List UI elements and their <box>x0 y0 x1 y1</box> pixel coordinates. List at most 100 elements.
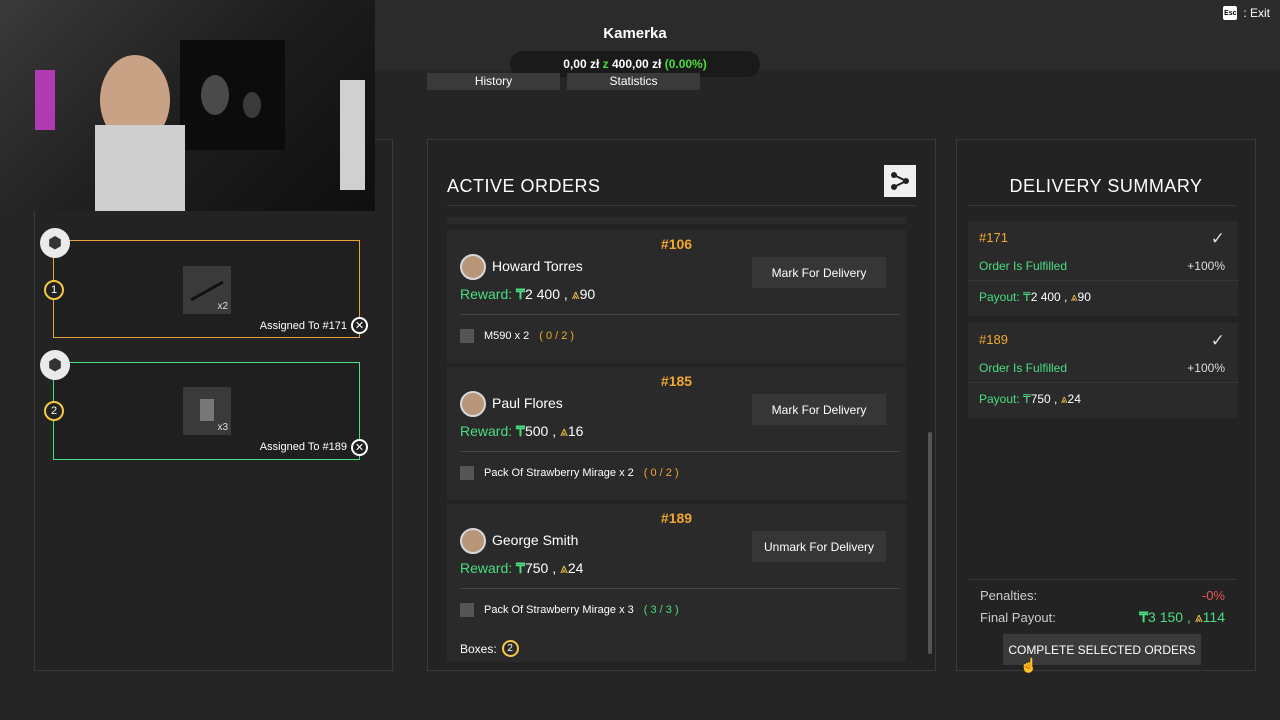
final-payout-label: Final Payout: <box>980 610 1056 625</box>
item-name: Pack Of Strawberry Mirage x 3 <box>484 604 634 616</box>
cigarette-pack-icon <box>460 603 474 617</box>
boxes-label: Boxes: <box>460 641 497 656</box>
assigned-label: Assigned To #189 <box>259 441 347 453</box>
orders-scrollbar[interactable] <box>928 432 932 654</box>
cash-icon: ₸ <box>516 423 525 439</box>
rep-icon: ⩓ <box>1060 392 1068 406</box>
box-qty: x3 <box>217 422 228 433</box>
item-progress: ( 3 / 3 ) <box>643 604 679 616</box>
title-divider <box>968 205 1236 206</box>
box-card-2[interactable]: x3 Assigned To #189 <box>53 362 360 460</box>
unassign-close-icon[interactable]: ✕ <box>351 317 368 334</box>
reward-label: Reward: <box>460 560 513 576</box>
exit-button[interactable]: Esc : Exit <box>1223 4 1270 22</box>
divider <box>460 314 900 315</box>
reward-cash: 500 <box>524 423 549 439</box>
avatar <box>460 391 486 417</box>
reward-line: Reward: ₸500 , ⩓16 <box>460 423 584 439</box>
payout-line: Payout: ₸2 400 , ⩓90 <box>979 290 1091 304</box>
payout-label: Payout: <box>979 290 1020 304</box>
payout-rep: 90 <box>1077 290 1091 304</box>
divider <box>460 588 900 589</box>
list-item-partial <box>447 217 906 224</box>
order-item-row: M590 x 2 ( 0 / 2 ) <box>460 329 574 343</box>
fulfilled-percent: +100% <box>1187 259 1225 273</box>
order-item-row: Pack Of Strawberry Mirage x 3 ( 3 / 3 ) <box>460 603 679 617</box>
unmark-for-delivery-button[interactable]: Unmark For Delivery <box>752 531 886 562</box>
money-target: 400,00 zł <box>611 57 662 71</box>
cursor-icon: ☝ <box>1020 657 1038 673</box>
divider <box>460 451 900 452</box>
totals-divider <box>968 579 1236 580</box>
check-icon: ✓ <box>1210 229 1225 248</box>
order-number: #106 <box>660 236 693 252</box>
cash-icon: ₸ <box>1139 609 1149 625</box>
rep-icon: ⩓ <box>559 560 568 576</box>
box-icon: ⬢ <box>40 228 70 258</box>
avatar <box>460 254 486 280</box>
order-card-185: #185 Paul Flores Reward: ₸500 , ⩓16 Mark… <box>447 367 906 500</box>
cash-icon: ₸ <box>1023 290 1031 304</box>
boxes-row: Boxes: 2 <box>460 640 519 657</box>
reward-label: Reward: <box>460 286 513 302</box>
box-number-badge: 1 <box>44 280 64 300</box>
box-card-1[interactable]: x2 Assigned To #171 <box>53 240 360 338</box>
order-item-row: Pack Of Strawberry Mirage x 2 ( 0 / 2 ) <box>460 466 679 480</box>
order-card-106: #106 Howard Torres Reward: ₸2 400 , ⩓90 … <box>447 230 906 363</box>
rep-icon: ⩓ <box>571 286 580 302</box>
cash-icon: ₸ <box>1023 392 1031 406</box>
nodes-icon <box>891 172 909 190</box>
webcam-overlay <box>0 0 375 211</box>
final-rep: 114 <box>1202 609 1225 625</box>
box-number-badge: 2 <box>44 401 64 421</box>
fulfilled-percent: +100% <box>1187 361 1225 375</box>
payout-rep: 24 <box>1067 392 1081 406</box>
box-icon: ⬢ <box>40 350 70 380</box>
summary-order-number: #171 <box>979 230 1008 245</box>
rep-icon: ⩓ <box>1194 609 1203 625</box>
reward-cash: 750 <box>524 560 549 576</box>
unassign-close-icon[interactable]: ✕ <box>351 439 368 456</box>
money-percent: (0.00%) <box>664 57 707 71</box>
shotgun-icon <box>460 329 474 343</box>
item-thumbnail: x3 <box>183 387 231 435</box>
rep-icon: ⩓ <box>1070 290 1078 304</box>
boxes-badge: 2 <box>501 640 519 657</box>
penalties-value: -0% <box>1201 588 1225 603</box>
reward-cash: 2 400 <box>524 286 560 302</box>
mark-for-delivery-button[interactable]: Mark For Delivery <box>752 257 886 288</box>
fulfilled-status: Order Is Fulfilled <box>979 361 1068 375</box>
esc-key-icon: Esc <box>1223 6 1238 20</box>
reward-label: Reward: <box>460 423 513 439</box>
summary-card-189: #189 ✓ Order Is Fulfilled +100% Payout: … <box>968 323 1238 418</box>
title-divider <box>447 205 916 206</box>
reward-rep: 24 <box>567 560 584 576</box>
tab-statistics[interactable]: Statistics <box>567 73 700 90</box>
share-route-icon[interactable] <box>884 165 916 197</box>
final-cash: 3 150 <box>1148 609 1184 625</box>
summary-order-number: #189 <box>979 332 1008 347</box>
payout-label: Payout: <box>979 392 1020 406</box>
cigarette-pack-icon <box>460 466 474 480</box>
final-payout-value: ₸3 150 , ⩓114 <box>1139 609 1225 625</box>
webcam-image <box>35 40 365 211</box>
payout-line: Payout: ₸750 , ⩓24 <box>979 392 1081 406</box>
item-progress: ( 0 / 2 ) <box>643 467 679 479</box>
tab-history[interactable]: History <box>427 73 560 90</box>
box-qty: x2 <box>217 301 228 312</box>
order-card-189: #189 George Smith Reward: ₸750 , ⩓24 Unm… <box>447 504 906 662</box>
cash-icon: ₸ <box>516 560 525 576</box>
customer-name: George Smith <box>492 532 579 548</box>
mark-for-delivery-button[interactable]: Mark For Delivery <box>752 394 886 425</box>
item-name: Pack Of Strawberry Mirage x 2 <box>484 467 634 479</box>
exit-label: : Exit <box>1243 6 1270 20</box>
reward-line: Reward: ₸2 400 , ⩓90 <box>460 286 596 302</box>
order-number: #185 <box>660 373 693 389</box>
summary-card-171: #171 ✓ Order Is Fulfilled +100% Payout: … <box>968 221 1238 316</box>
cash-icon: ₸ <box>516 286 525 302</box>
fulfilled-status: Order Is Fulfilled <box>979 259 1068 273</box>
reward-rep: 90 <box>579 286 596 302</box>
rep-icon: ⩓ <box>559 423 568 439</box>
item-thumbnail: x2 <box>183 266 231 314</box>
customer-name: Paul Flores <box>492 395 563 411</box>
